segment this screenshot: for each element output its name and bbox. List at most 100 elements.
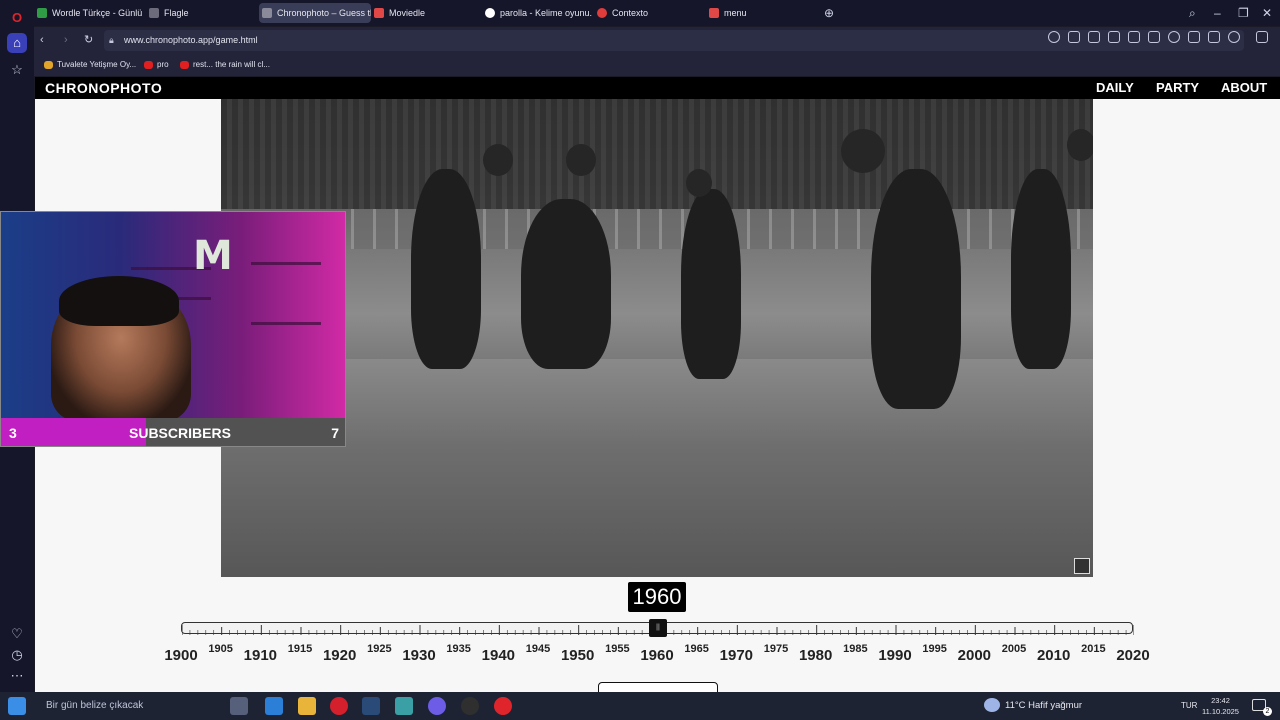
year-label-major: 2000 <box>957 647 992 664</box>
profile-icon[interactable] <box>1228 31 1240 43</box>
submit-button[interactable] <box>598 682 718 692</box>
bookmarks-bar: Tuvalete Yetişme Oy... pro rest... the r… <box>34 54 1280 76</box>
nav-daily[interactable]: DAILY <box>1096 77 1134 99</box>
photo-helmet <box>566 144 596 176</box>
tab-flagle[interactable]: Flagle <box>146 3 256 23</box>
site-logo[interactable]: CHRONOPHOTO <box>45 77 162 99</box>
obs-icon[interactable] <box>461 697 479 715</box>
youtube-icon <box>144 61 153 69</box>
task-view-icon[interactable] <box>230 697 248 715</box>
year-display: 1960 <box>628 582 686 612</box>
file-explorer-icon[interactable] <box>298 697 316 715</box>
download-icon[interactable] <box>1188 31 1200 43</box>
steam-icon[interactable] <box>362 697 380 715</box>
reload-icon[interactable]: ↻ <box>84 32 93 48</box>
clock[interactable]: 23:42 11.10.2025 <box>1202 695 1239 717</box>
edit-icon[interactable] <box>1068 31 1080 43</box>
bookmark-item[interactable]: pro <box>144 57 169 73</box>
tab-contexto[interactable]: Contexto <box>594 3 706 23</box>
back-icon[interactable]: ‹ <box>40 32 44 48</box>
photo-field <box>221 359 1093 577</box>
menu-favicon-icon <box>709 8 719 18</box>
tab-wordle[interactable]: Wordle Türkçe - Günlük K <box>34 3 142 23</box>
bookmark-item[interactable]: rest... the rain will cl... <box>180 57 270 73</box>
app-icon[interactable] <box>395 697 413 715</box>
favorite-icon[interactable] <box>1168 31 1180 43</box>
new-tab-icon[interactable]: ⊕ <box>824 4 834 22</box>
photo-player <box>411 169 481 369</box>
nav-party[interactable]: PARTY <box>1156 77 1199 99</box>
close-window-icon[interactable]: ✕ <box>1262 4 1272 22</box>
star-icon[interactable]: ☆ <box>7 60 27 80</box>
year-label-major: 1980 <box>798 647 833 664</box>
tab-moviedle[interactable]: Moviedle <box>371 3 481 23</box>
tab-chronophoto[interactable]: Chronophoto – Guess the <box>259 3 371 23</box>
year-label-major: 1990 <box>878 647 912 664</box>
opera-logo-icon[interactable]: O <box>7 8 27 28</box>
webcam-shelf <box>251 262 321 265</box>
opera-gx-icon[interactable] <box>330 697 348 715</box>
tab-menu[interactable]: menu <box>706 3 816 23</box>
year-label-minor: 1945 <box>525 643 551 655</box>
subscriber-bar: 3 SUBSCRIBERS 7 <box>1 418 345 446</box>
tab-parolla[interactable]: parolla - Kelime oyunu. Gü <box>482 3 592 23</box>
extension-icon[interactable] <box>1128 31 1140 43</box>
year-label-major: 2020 <box>1116 647 1150 664</box>
subscriber-label: SUBSCRIBERS <box>129 425 231 441</box>
year-label-minor: 2005 <box>1001 643 1027 655</box>
slider-handle[interactable]: || <box>649 619 667 637</box>
game-photo <box>221 99 1093 577</box>
year-label-major: 1960 <box>640 647 674 664</box>
windows-taskbar: Bir gün belize çıkacak 11°C Hafif yağmur… <box>0 692 1280 720</box>
year-label-major: 1900 <box>164 647 198 664</box>
forward-icon[interactable]: › <box>64 32 68 48</box>
heart-icon[interactable]: ♡ <box>7 624 27 644</box>
year-label-minor: 1975 <box>763 643 789 655</box>
search-tabs-icon[interactable]: ⌕ <box>1189 4 1196 22</box>
player-icon[interactable] <box>1148 31 1160 43</box>
year-label-minor: 1995 <box>922 643 947 655</box>
year-label-major: 1930 <box>402 647 436 664</box>
search-page-icon[interactable] <box>1048 31 1060 43</box>
clock-date: 11.10.2025 <box>1202 707 1239 716</box>
year-label-minor: 1915 <box>287 643 313 655</box>
language-indicator[interactable]: TUR <box>1181 692 1197 720</box>
photo-stands <box>221 99 1093 209</box>
shield-icon[interactable] <box>1108 31 1120 43</box>
parolla-favicon-icon <box>485 8 495 18</box>
bookmark-item[interactable]: Tuvalete Yetişme Oy... <box>44 57 136 73</box>
history-icon[interactable]: ◷ <box>7 645 27 665</box>
photo-player <box>681 189 741 379</box>
year-label-minor: 1985 <box>843 643 868 655</box>
year-label-minor: 1905 <box>208 643 233 655</box>
notification-icon[interactable]: 2 <box>1252 699 1272 716</box>
home-icon[interactable]: ⌂ <box>7 33 27 53</box>
fullscreen-icon[interactable] <box>1074 558 1090 574</box>
year-label-major: 2010 <box>1036 647 1071 664</box>
minimize-icon[interactable]: – <box>1214 4 1221 22</box>
year-label-minor: 1925 <box>367 643 392 655</box>
taskbar-search[interactable]: Bir gün belize çıkacak <box>46 692 143 720</box>
year-slider[interactable]: || <box>181 619 1134 637</box>
aria-icon[interactable] <box>1256 31 1268 43</box>
restore-icon[interactable]: ❐ <box>1238 4 1249 22</box>
nav-about[interactable]: ABOUT <box>1221 77 1267 99</box>
more-icon[interactable]: ⋯ <box>7 666 27 686</box>
weather-icon <box>984 698 1000 712</box>
photo-helmet <box>841 129 885 173</box>
youtube-icon <box>180 61 189 69</box>
start-icon[interactable] <box>8 697 26 715</box>
photo-helmet <box>1067 129 1093 161</box>
opera-icon[interactable] <box>494 697 512 715</box>
menu-icon[interactable] <box>1208 31 1220 43</box>
camera-icon[interactable] <box>1088 31 1100 43</box>
photo-player <box>521 199 611 369</box>
webcam-shelf <box>251 322 321 325</box>
year-label-major: 1910 <box>243 647 278 664</box>
streamer-hair <box>59 276 179 326</box>
discord-icon[interactable] <box>428 697 446 715</box>
app-icon[interactable] <box>265 697 283 715</box>
weather-text[interactable]: 11°C Hafif yağmur <box>1005 692 1082 720</box>
flagle-favicon-icon <box>149 8 159 18</box>
year-label-minor: 1955 <box>605 643 630 655</box>
